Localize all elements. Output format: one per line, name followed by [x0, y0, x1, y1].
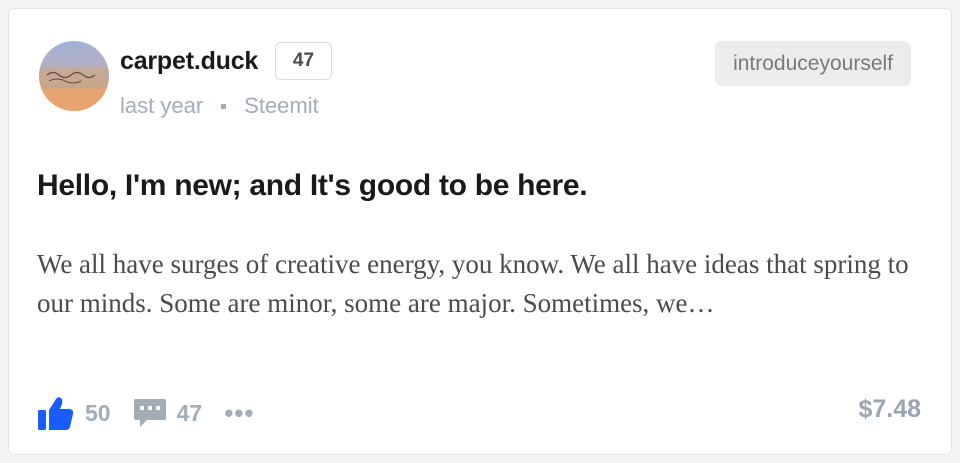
avatar[interactable] [39, 41, 109, 111]
post-card[interactable]: carpet.duck 47 last year Steemit introdu… [8, 8, 952, 455]
post-title[interactable]: Hello, I'm new; and It's good to be here… [37, 169, 588, 203]
payout-value[interactable]: $7.48 [858, 395, 921, 424]
post-time[interactable]: last year [120, 93, 203, 119]
comments-button[interactable]: 47 [133, 396, 203, 430]
author-name[interactable]: carpet.duck [120, 47, 258, 76]
tag-badge[interactable]: introduceyourself [715, 41, 911, 86]
post-app: Steemit [244, 93, 319, 118]
avatar-image [39, 67, 109, 111]
upvote-count: 50 [85, 399, 111, 426]
comment-bubble-icon [133, 399, 166, 427]
separator-dot [221, 103, 227, 109]
thumbs-up-icon [38, 397, 74, 430]
post-excerpt[interactable]: We all have surges of creative energy, y… [37, 245, 917, 323]
upvote-button[interactable]: 50 [37, 395, 111, 431]
ellipsis-icon[interactable]: ••• [224, 400, 254, 426]
post-footer: 50 47 ••• [37, 395, 255, 431]
reputation-badge: 47 [275, 42, 332, 80]
post-meta: last year Steemit [120, 93, 319, 119]
comment-count: 47 [176, 399, 203, 426]
